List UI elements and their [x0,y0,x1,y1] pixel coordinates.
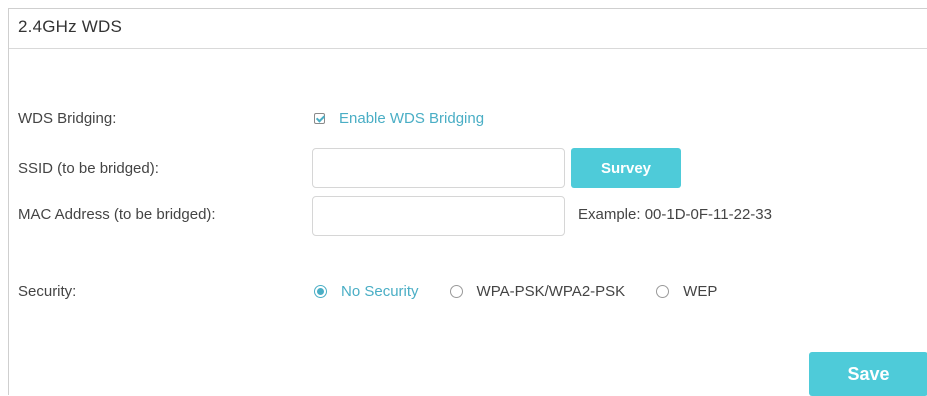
security-option-label[interactable]: WEP [683,283,717,300]
ssid-label: SSID (to be bridged): [18,160,159,177]
radio-unselected-icon[interactable] [656,285,670,298]
panel-title: 2.4GHz WDS [18,17,123,36]
title-divider [9,48,927,49]
save-button[interactable]: Save [809,352,927,396]
security-radio-group: No Security WPA-PSK/WPA2-PSK WEP [314,283,748,300]
survey-button[interactable]: Survey [571,148,681,188]
mac-address-label: MAC Address (to be bridged): [18,206,216,223]
security-option-wpa-psk[interactable]: WPA-PSK/WPA2-PSK [449,283,626,300]
mac-address-input[interactable] [312,196,565,236]
security-option-label[interactable]: WPA-PSK/WPA2-PSK [477,283,626,300]
security-label: Security: [18,283,77,300]
mac-example-text: Example: 00-1D-0F-11-22-33 [578,206,772,223]
ssid-input[interactable] [312,148,565,188]
wds-bridging-label: WDS Bridging: [18,110,117,127]
radio-selected-icon[interactable] [314,285,327,298]
enable-wds-checkbox[interactable]: Enable WDS Bridging [314,110,484,127]
wds-panel: 2.4GHz WDS WDS Bridging: Enable WDS Brid… [8,8,927,396]
security-option-wep[interactable]: WEP [656,283,717,300]
checkbox-checked-icon[interactable] [314,113,325,124]
security-option-label[interactable]: No Security [341,283,419,300]
security-option-no-security[interactable]: No Security [314,283,419,300]
enable-wds-label[interactable]: Enable WDS Bridging [339,110,484,127]
radio-unselected-icon[interactable] [449,285,463,298]
